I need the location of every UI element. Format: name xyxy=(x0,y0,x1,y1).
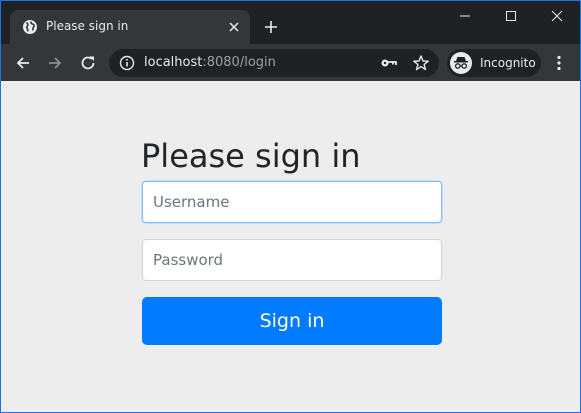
minimize-icon[interactable] xyxy=(442,1,488,31)
url-text: localhost:8080/login xyxy=(144,55,276,71)
back-arrow-icon[interactable] xyxy=(11,51,35,75)
info-icon[interactable] xyxy=(119,55,135,71)
browser-toolbar: localhost:8080/login Incognito xyxy=(1,44,580,81)
browser-window: Please sign in localhost:8080/login Inco… xyxy=(0,0,581,413)
close-icon[interactable] xyxy=(226,19,242,35)
star-icon[interactable] xyxy=(412,54,430,72)
password-input[interactable] xyxy=(142,239,442,281)
incognito-label: Incognito xyxy=(480,56,536,70)
globe-icon xyxy=(22,19,38,35)
username-input[interactable] xyxy=(142,181,442,223)
tab-title: Please sign in xyxy=(46,19,129,33)
key-icon[interactable] xyxy=(380,55,398,71)
maximize-icon[interactable] xyxy=(488,1,534,31)
sign-in-button[interactable]: Sign in xyxy=(142,297,442,345)
tab-strip: Please sign in xyxy=(1,1,580,44)
window-close-icon[interactable] xyxy=(534,1,580,31)
incognito-profile-button[interactable]: Incognito xyxy=(447,49,541,77)
reload-icon[interactable] xyxy=(76,51,100,75)
forward-arrow-icon[interactable] xyxy=(43,51,67,75)
more-vert-icon[interactable] xyxy=(549,53,569,73)
url-path: :8080/login xyxy=(202,55,276,70)
page-content: Please sign in Sign in xyxy=(1,81,580,412)
url-host: localhost xyxy=(144,55,203,70)
page-title: Please sign in xyxy=(141,137,361,175)
address-bar[interactable]: localhost:8080/login xyxy=(109,49,439,77)
new-tab-icon[interactable] xyxy=(261,17,281,37)
incognito-icon xyxy=(450,52,472,74)
active-tab[interactable]: Please sign in xyxy=(10,10,250,44)
